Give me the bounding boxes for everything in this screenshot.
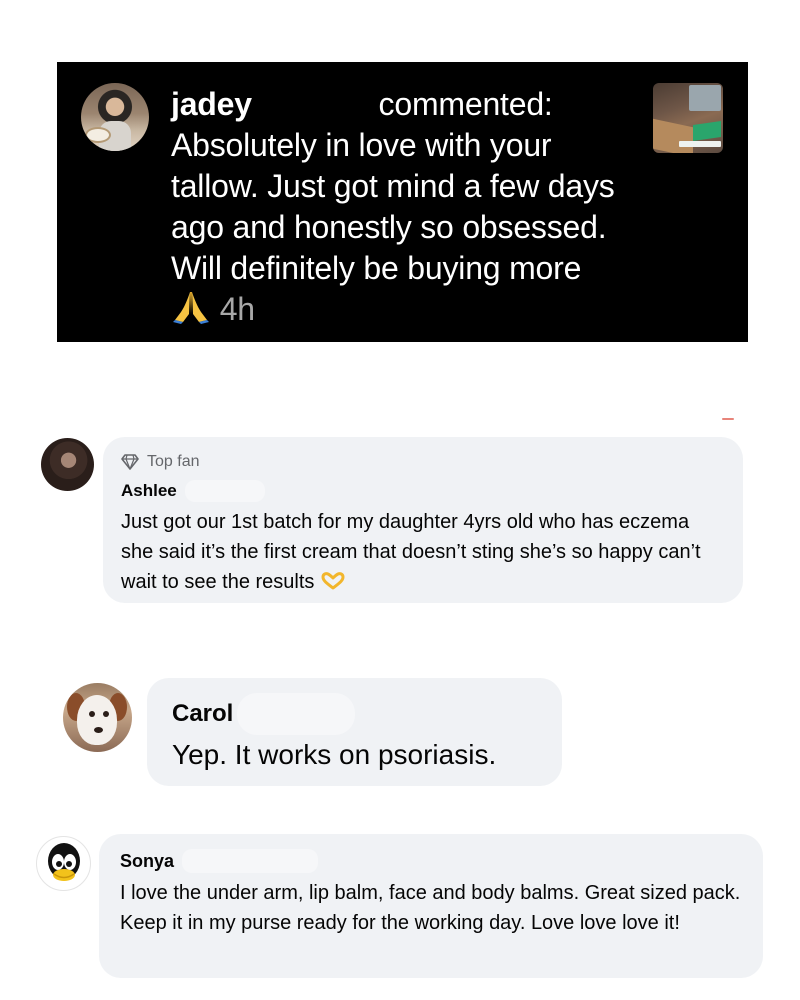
commenter-name-row: Carol	[172, 693, 538, 735]
commenter-name[interactable]: Sonya	[120, 851, 174, 872]
top-fan-badge: Top fan	[121, 451, 723, 473]
comment-bubble-ashlee: Top fan Ashlee Just got our 1st batch fo…	[103, 437, 743, 603]
commenter-name[interactable]: Ashlee	[121, 481, 177, 501]
avatar[interactable]	[81, 83, 149, 151]
comment-text: Yep. It works on psoriasis.	[172, 739, 497, 770]
instagram-comment-text-block: jadey commented: Absolutely in love with…	[171, 84, 621, 330]
blurred-name	[182, 849, 319, 873]
comment-body: Just got our 1st batch for my daughter 4…	[121, 511, 701, 593]
post-thumbnail[interactable]	[653, 83, 723, 153]
avatar-carol[interactable]	[63, 683, 132, 752]
heart-hands-icon	[321, 572, 345, 590]
blurred-name	[184, 480, 265, 502]
comment-bubble-carol: Carol Yep. It works on psoriasis.	[147, 678, 562, 786]
comment-timestamp: 4h	[219, 291, 255, 327]
diamond-icon	[121, 454, 139, 470]
comment-text: Absolutely in love with your tallow. Jus…	[171, 127, 615, 286]
comment-action: commented:	[378, 86, 553, 122]
decorative-mark	[722, 418, 734, 420]
comment-bubble-sonya: Sonya I love the under arm, lip balm, fa…	[99, 834, 763, 978]
comment-text: I love the under arm, lip balm, face and…	[120, 882, 741, 934]
avatar-ashlee[interactable]	[41, 438, 94, 491]
penguin-avatar-icon	[48, 843, 80, 881]
commenter-name-row: Ashlee	[121, 479, 723, 503]
avatar-sonya[interactable]	[36, 836, 91, 891]
comment-text: Just got our 1st batch for my daughter 4…	[121, 507, 721, 597]
instagram-comment-card: jadey commented: Absolutely in love with…	[57, 62, 748, 342]
blurred-name	[252, 94, 370, 120]
username[interactable]: jadey	[171, 86, 252, 122]
folded-hands-icon	[173, 292, 209, 324]
commenter-name[interactable]: Carol	[172, 700, 233, 728]
commenter-name-row: Sonya	[120, 848, 741, 874]
badge-label: Top fan	[147, 453, 200, 470]
blurred-name	[237, 693, 356, 735]
